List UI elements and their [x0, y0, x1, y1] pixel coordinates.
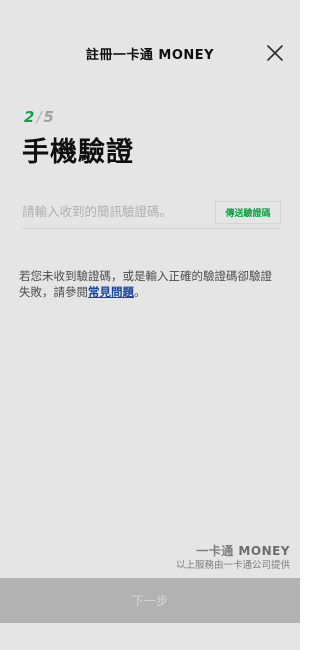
help-text: 若您未收到驗證碼，或是輸入正確的驗證碼卻驗證失敗，請參閱常見問題。	[19, 268, 281, 300]
page-title: 手機驗證	[22, 137, 134, 168]
branding: 一卡通 MONEY 以上服務由一卡通公司提供	[176, 544, 290, 572]
step-total: 5	[43, 108, 54, 126]
close-icon	[267, 45, 283, 61]
help-text-after-link: 。	[134, 285, 146, 299]
step-indicator: 2/5	[24, 108, 54, 126]
header: 註冊一卡通 MONEY	[0, 0, 300, 104]
brand-logo-suffix: MONEY	[238, 544, 290, 558]
step-separator: /	[36, 108, 42, 126]
registration-screen: 註冊一卡通 MONEY 2/5 手機驗證 傳送驗證碼 若您未收到驗證碼，或是輸入…	[0, 0, 300, 650]
brand-logo: 一卡通 MONEY	[176, 544, 290, 558]
header-title: 註冊一卡通 MONEY	[85, 48, 215, 63]
verification-code-input[interactable]	[22, 199, 207, 223]
next-button[interactable]: 下一步	[0, 578, 300, 623]
faq-link[interactable]: 常見問題	[88, 285, 134, 299]
close-button[interactable]	[264, 42, 286, 64]
help-text-before-link: 若您未收到驗證碼，或是輸入正確的驗證碼卻驗證失敗，請參閱	[19, 269, 272, 299]
brand-note: 以上服務由一卡通公司提供	[175, 560, 290, 571]
brand-logo-prefix: 一卡通	[196, 544, 234, 558]
verification-input-row: 傳送驗證碼	[22, 195, 280, 229]
step-current: 2	[24, 108, 35, 126]
send-code-button[interactable]: 傳送驗證碼	[216, 202, 280, 223]
